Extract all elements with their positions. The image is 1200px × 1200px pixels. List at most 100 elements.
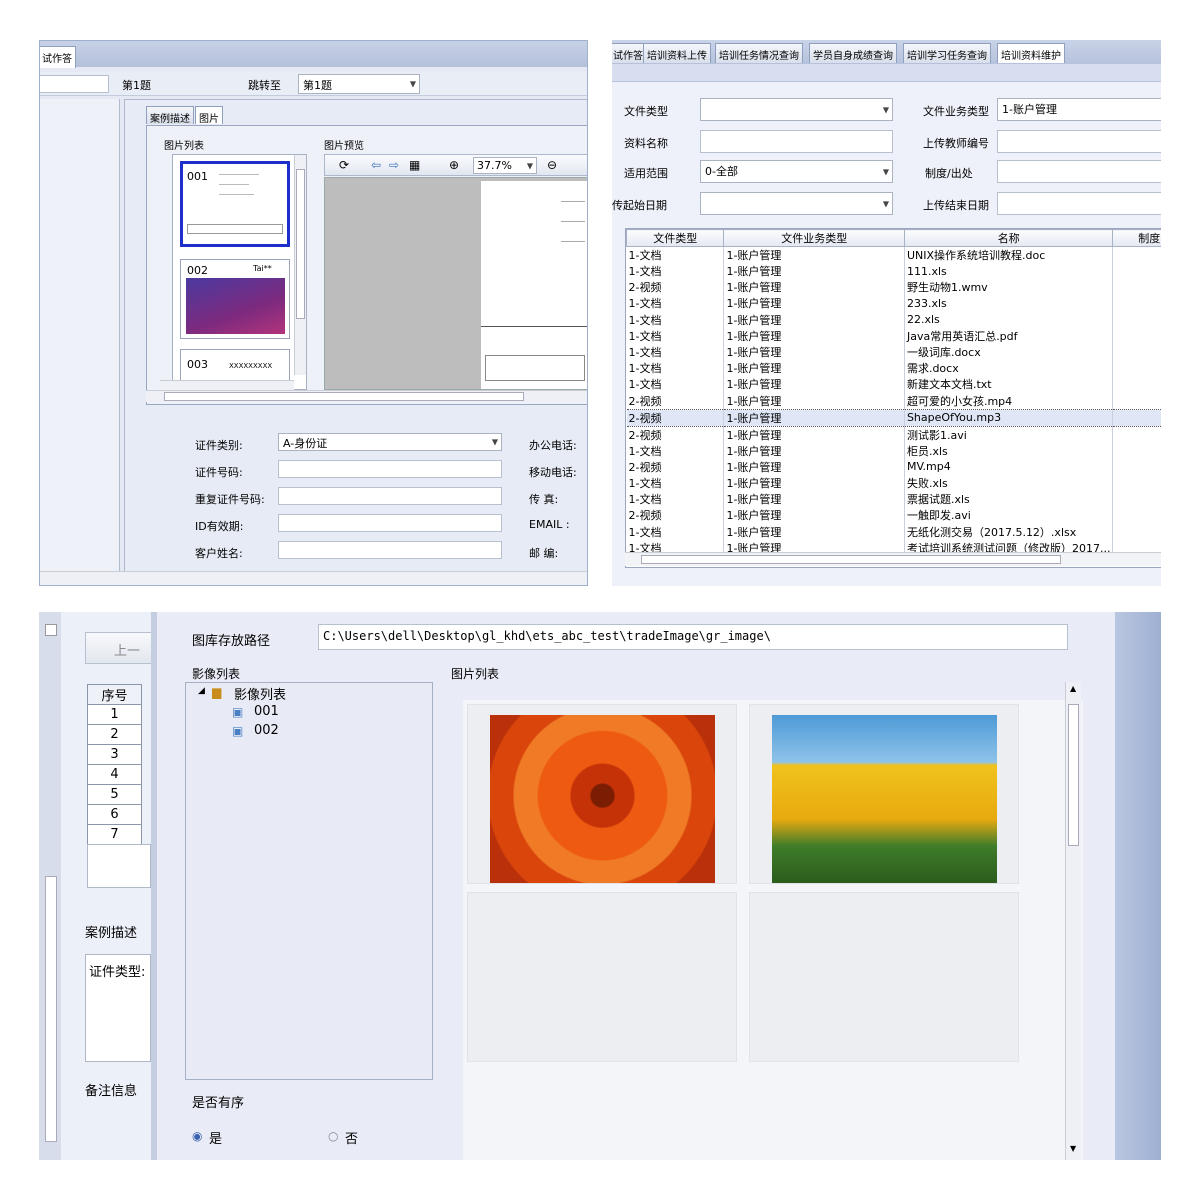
tree-item-001[interactable]: 001 (254, 704, 279, 719)
zoom-in-icon[interactable]: ⊕ (449, 158, 459, 172)
table-row[interactable]: 5 (87, 784, 142, 805)
picture-cell-1[interactable] (467, 704, 737, 884)
table-row[interactable]: 2-视频 1-账户管理 超可爱的小女孩.mp4 (626, 392, 1161, 409)
end-date-label: 上传结束日期 (923, 199, 989, 212)
table-row[interactable]: 1-文档 1-账户管理 需求.docx (626, 360, 1161, 377)
picture-cell-2[interactable] (749, 704, 1019, 884)
table-row[interactable]: 1-文档 1-账户管理 111.xls (626, 263, 1161, 280)
table-row[interactable]: 2-视频 1-账户管理 野生动物1.wmv (626, 279, 1161, 296)
column-header[interactable]: 制度 (1112, 229, 1161, 247)
tab-picture[interactable]: 图片 (195, 106, 223, 125)
customer-name-label: 客户姓名: (195, 547, 243, 560)
question-box[interactable] (40, 75, 109, 93)
table-cell: 1-文档 (626, 311, 725, 328)
table-row[interactable]: 2-视频 1-账户管理 MV.mp4 (626, 458, 1161, 475)
seq-cell: 7 (87, 824, 142, 845)
id-valid-field[interactable] (278, 514, 502, 532)
table-row[interactable]: 1-文档 1-账户管理 失败.xls (626, 474, 1161, 492)
grid-icon[interactable]: ▦ (409, 158, 420, 172)
picture-cell-3[interactable] (467, 892, 737, 1062)
picture-cell-4[interactable] (749, 892, 1019, 1062)
tab-task-status[interactable]: 培训任务情况查询 (715, 43, 803, 63)
table-row[interactable]: 1-文档 1-账户管理 22.xls (626, 311, 1161, 328)
table-row[interactable]: 1-文档 1-账户管理 Java常用英语汇总.pdf (626, 327, 1161, 344)
table-row[interactable]: 1-文档 1-账户管理 新建文本文档.txt (626, 376, 1161, 393)
id-repeat-field[interactable] (278, 487, 502, 505)
tab-learning-task[interactable]: 培训学习任务查询 (903, 43, 991, 63)
table-row[interactable]: 1-文档 1-账户管理 票据试题.xls (626, 491, 1161, 508)
radio-no-icon[interactable]: ○ (328, 1129, 338, 1143)
tab-exam-answer[interactable]: 试作答 (40, 46, 76, 68)
material-name-field[interactable] (700, 130, 893, 153)
scroll-thumb[interactable] (641, 555, 1061, 564)
table-row[interactable]: 1-文档 1-账户管理 一级词库.docx (626, 343, 1161, 361)
table-row[interactable]: 3 (87, 744, 142, 765)
table-row[interactable]: 1-文档 1-账户管理 233.xls (626, 295, 1161, 312)
table-cell: 233.xls (904, 295, 1114, 312)
scroll-thumb[interactable] (45, 876, 57, 1142)
image-tree[interactable]: ◢ ▆ 影像列表 ▣ 001 ▣ 002 (185, 682, 433, 1080)
origin-field[interactable] (997, 160, 1161, 183)
table-row[interactable]: 1 (87, 704, 142, 725)
scroll-down-icon[interactable]: ▼ (1070, 1144, 1076, 1153)
table-cell: 1-账户管理 (723, 376, 905, 393)
end-date-field[interactable] (997, 192, 1161, 215)
scroll-thumb[interactable] (164, 392, 524, 401)
tab-material-upload[interactable]: 培训资料上传 (643, 43, 711, 63)
teacher-id-field[interactable] (997, 130, 1161, 153)
customer-name-field[interactable] (278, 541, 502, 559)
thumbnail-hscroll[interactable] (160, 380, 294, 390)
thumbnail-002[interactable]: 002 Tai** (180, 259, 290, 339)
radio-yes-icon[interactable]: ◉ (192, 1129, 202, 1143)
id-type-select[interactable]: A-身份证 ▼ (278, 433, 502, 451)
scroll-thumb[interactable] (1068, 704, 1079, 846)
scope-select[interactable]: 0-全部 ▼ (700, 160, 893, 183)
table-row[interactable]: 7 (87, 824, 142, 845)
table-row[interactable]: 1-文档 1-账户管理 UNIX操作系统培训教程.doc (626, 246, 1161, 263)
back-arrow-icon[interactable]: ⇦ (371, 158, 381, 172)
path-field[interactable]: C:\Users\dell\Desktop\gl_khd\ets_abc_tes… (318, 624, 1068, 650)
prev-button[interactable]: 上一 (85, 632, 159, 664)
thumbnail-scrollbar[interactable] (294, 155, 306, 375)
zoom-out-icon[interactable]: ⊖ (547, 158, 557, 172)
teacher-id-label: 上传教师编号 (923, 137, 989, 150)
scroll-up-icon[interactable]: ▲ (1070, 684, 1076, 693)
forward-arrow-icon[interactable]: ⇨ (389, 158, 399, 172)
scroll-up-icon[interactable] (45, 624, 57, 636)
tab-exam-answer[interactable]: 试作答 (612, 43, 647, 63)
tab-self-score[interactable]: 学员自身成绩查询 (809, 43, 897, 63)
table-row[interactable]: 4 (87, 764, 142, 785)
tree-item-002[interactable]: 002 (254, 723, 279, 738)
picture-scrollbar[interactable]: ▲ ▼ (1065, 682, 1081, 1160)
preview-hscroll[interactable] (146, 390, 587, 402)
column-header[interactable]: 文件业务类型 (723, 229, 905, 247)
thumbnail-001[interactable]: 001 (180, 161, 290, 247)
table-row[interactable]: 1-文档 1-账户管理 柜员.xls (626, 442, 1161, 459)
column-header[interactable]: 文件类型 (625, 229, 725, 247)
table-row[interactable]: 2 (87, 724, 142, 745)
jump-select[interactable]: 第1题 ▼ (298, 74, 420, 94)
table-cell: 1-账户管理 (723, 442, 905, 459)
biz-type-select[interactable]: 1-账户管理 (997, 98, 1161, 121)
rotate-icon[interactable]: ⟳ (339, 158, 349, 172)
table-cell (1112, 408, 1161, 427)
table-row[interactable]: 2-视频 1-账户管理 一触即发.avi (626, 507, 1161, 524)
table-row[interactable]: 2-视频 1-账户管理 测试影1.avi (626, 426, 1161, 443)
zoom-select[interactable]: 37.7% ▼ (473, 157, 537, 174)
start-date-picker[interactable]: ▼ (700, 192, 893, 215)
tree-root[interactable]: 影像列表 (234, 684, 286, 703)
table-row[interactable]: 2-视频 1-账户管理 ShapeOfYou.mp3 (626, 408, 1161, 427)
id-number-field[interactable] (278, 460, 502, 478)
page-hscroll[interactable] (40, 571, 587, 585)
table-hscroll[interactable] (625, 552, 1161, 566)
table-cell (1112, 491, 1161, 508)
table-row[interactable]: 1-文档 1-账户管理 无纸化测交易（2017.5.12）.xlsx (626, 523, 1161, 540)
table-row[interactable]: 6 (87, 804, 142, 825)
file-type-select[interactable]: ▼ (700, 98, 893, 121)
scroll-thumb[interactable] (296, 169, 305, 319)
tab-case-desc[interactable]: 案例描述 (146, 106, 194, 125)
column-header[interactable]: 名称 (903, 229, 1114, 247)
tab-material-maintain[interactable]: 培训资料维护 (997, 43, 1065, 63)
collapse-icon[interactable]: ◢ (198, 686, 205, 696)
table-cell (1112, 474, 1161, 492)
